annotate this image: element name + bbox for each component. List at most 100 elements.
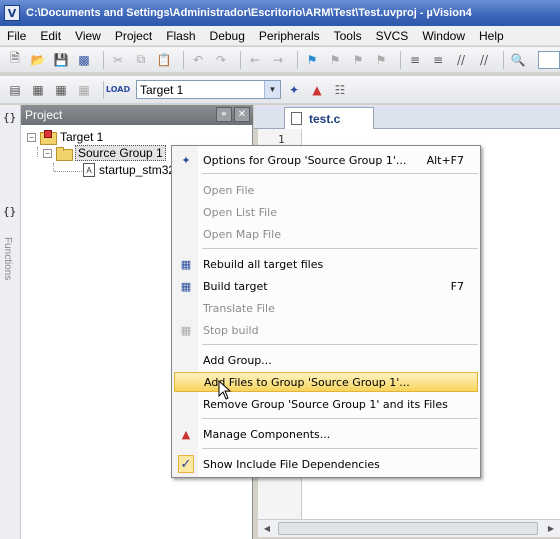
menu-help[interactable]: Help	[472, 29, 511, 43]
menu-item-options-for-group[interactable]: ✦ Options for Group 'Source Group 1'... …	[174, 150, 478, 170]
build-toolbar: ▤ ▦ ▦ ▦ LOAD Target 1 ▼ ✦ ▲ ☷	[0, 76, 560, 104]
tree-item-target[interactable]: − Target 1	[27, 129, 103, 145]
find-in-files-icon[interactable]: 🔍	[509, 51, 527, 69]
menu-item-label: Manage Components...	[203, 427, 331, 441]
menu-item-rebuild-all[interactable]: ▦ Rebuild all target files	[174, 254, 478, 274]
navigate-forward-icon[interactable]: →	[269, 51, 287, 69]
menu-item-label: Open Map File	[203, 227, 281, 241]
side-panel-strip: {} Functions {}	[0, 105, 21, 539]
menu-item-label: Add Files to Group 'Source Group 1'...	[204, 375, 410, 389]
menu-view[interactable]: View	[68, 29, 108, 43]
menu-edit[interactable]: Edit	[33, 29, 68, 43]
batch-build-icon[interactable]: ▦	[75, 81, 93, 99]
save-all-icon[interactable]: ▩	[75, 51, 93, 69]
menu-item-label: Translate File	[203, 301, 275, 315]
menu-item-manage-components[interactable]: ▲ Manage Components...	[174, 424, 478, 444]
scroll-left-icon[interactable]: ◀	[260, 522, 274, 535]
chevron-down-icon[interactable]: ▼	[264, 81, 280, 98]
undo-icon[interactable]: ↶	[189, 51, 207, 69]
cut-icon[interactable]: ✂	[109, 51, 127, 69]
project-pane-header: Project ⌖ ✕	[21, 105, 253, 125]
pin-icon[interactable]: ⌖	[216, 107, 232, 122]
target-select[interactable]: Target 1 ▼	[136, 80, 281, 99]
menu-item-open-map-file[interactable]: Open Map File	[174, 224, 478, 244]
menu-item-add-group[interactable]: Add Group...	[174, 350, 478, 370]
navigate-back-icon[interactable]: ←	[246, 51, 264, 69]
redo-icon[interactable]: ↷	[212, 51, 230, 69]
scroll-right-icon[interactable]: ▶	[544, 522, 558, 535]
tree-item-file-label: startup_stm32	[99, 163, 176, 177]
menu-file[interactable]: File	[0, 29, 33, 43]
toolbar-separator	[183, 50, 184, 69]
manage-components-icon: ▲	[181, 427, 191, 441]
menu-item-label: Remove Group 'Source Group 1' and its Fi…	[203, 397, 448, 411]
tab-test-c[interactable]: test.c	[284, 107, 374, 129]
window-title: C:\Documents and Settings\Administrador\…	[26, 7, 472, 19]
tree-item-file[interactable]: A startup_stm32	[83, 162, 175, 178]
menu-flash[interactable]: Flash	[159, 29, 202, 43]
menu-item-translate-file[interactable]: Translate File	[174, 298, 478, 318]
close-icon[interactable]: ✕	[234, 107, 250, 122]
new-file-icon[interactable]: 🗎	[6, 51, 24, 69]
tree-item-source-group-label: Source Group 1	[75, 145, 166, 161]
target-options-wand-icon[interactable]: ✦	[285, 81, 303, 99]
books-braces-icon[interactable]: {}	[3, 111, 16, 124]
collapse-icon[interactable]: −	[43, 148, 52, 158]
toolbar-separator	[240, 50, 241, 69]
menu-item-label: Open File	[203, 183, 255, 197]
find-input[interactable]	[538, 50, 560, 69]
tree-connector	[54, 171, 82, 172]
rebuild-icon[interactable]: ▦	[52, 81, 70, 99]
menu-item-build-target[interactable]: ▦ Build target F7	[174, 276, 478, 296]
scroll-thumb[interactable]	[278, 522, 538, 535]
project-pane-title: Project	[25, 108, 63, 122]
collapse-icon[interactable]: −	[27, 132, 36, 142]
translate-icon[interactable]: ▤	[6, 81, 24, 99]
uncomment-icon[interactable]: //	[475, 51, 493, 69]
menu-separator	[202, 173, 478, 174]
download-load-icon[interactable]: LOAD	[106, 81, 130, 99]
clear-bookmarks-icon[interactable]: ⚑	[372, 51, 390, 69]
menu-debug[interactable]: Debug	[203, 29, 252, 43]
menu-tools[interactable]: Tools	[327, 29, 369, 43]
menu-separator	[202, 448, 478, 449]
menu-item-open-file[interactable]: Open File	[174, 180, 478, 200]
title-bar[interactable]: V C:\Documents and Settings\Administrado…	[0, 0, 560, 26]
menu-window[interactable]: Window	[415, 29, 472, 43]
menu-separator	[202, 418, 478, 419]
menu-item-stop-build[interactable]: ▦ Stop build	[174, 320, 478, 340]
copy-icon[interactable]: ⧉	[132, 51, 150, 69]
functions-tab[interactable]: Functions	[2, 237, 13, 280]
menu-item-shortcut: F7	[450, 279, 464, 293]
menu-item-label: Rebuild all target files	[203, 257, 324, 271]
uvision-app-icon[interactable]: V	[4, 5, 20, 21]
horizontal-scrollbar[interactable]: ◀ ▶	[258, 519, 560, 537]
build-icon[interactable]: ▦	[29, 81, 47, 99]
tree-item-source-group[interactable]: − Source Group 1	[43, 145, 166, 161]
context-menu: ✦ Options for Group 'Source Group 1'... …	[171, 145, 481, 478]
standard-toolbar: 🗎 📂 💾 ▩ ✂ ⧉ 📋 ↶ ↷ ← → ⚑ ⚑ ⚑ ⚑ ≡ ≡ // // …	[0, 47, 560, 73]
select-packs-icon[interactable]: ☷	[331, 81, 349, 99]
file-icon	[291, 112, 302, 125]
menu-svcs[interactable]: SVCS	[369, 29, 416, 43]
unindent-icon[interactable]: ≡	[429, 51, 447, 69]
menu-item-show-include-deps[interactable]: ✓ Show Include File Dependencies	[174, 454, 478, 474]
menu-item-label: Stop build	[203, 323, 259, 337]
prev-bookmark-icon[interactable]: ⚑	[326, 51, 344, 69]
build-icon: ▦	[180, 279, 192, 293]
save-icon[interactable]: 💾	[52, 51, 70, 69]
next-bookmark-icon[interactable]: ⚑	[349, 51, 367, 69]
stop-build-icon: ▦	[180, 323, 192, 337]
paste-icon[interactable]: 📋	[155, 51, 173, 69]
menu-peripherals[interactable]: Peripherals	[252, 29, 327, 43]
open-folder-icon[interactable]: 📂	[29, 51, 47, 69]
target-select-value: Target 1	[140, 82, 184, 97]
menu-item-open-list-file[interactable]: Open List File	[174, 202, 478, 222]
menu-project[interactable]: Project	[108, 29, 159, 43]
templates-braces-icon[interactable]: {}	[3, 205, 16, 218]
tree-connector	[53, 163, 54, 171]
comment-icon[interactable]: //	[452, 51, 470, 69]
indent-icon[interactable]: ≡	[406, 51, 424, 69]
manage-components-icon[interactable]: ▲	[308, 81, 326, 99]
bookmark-icon[interactable]: ⚑	[303, 51, 321, 69]
